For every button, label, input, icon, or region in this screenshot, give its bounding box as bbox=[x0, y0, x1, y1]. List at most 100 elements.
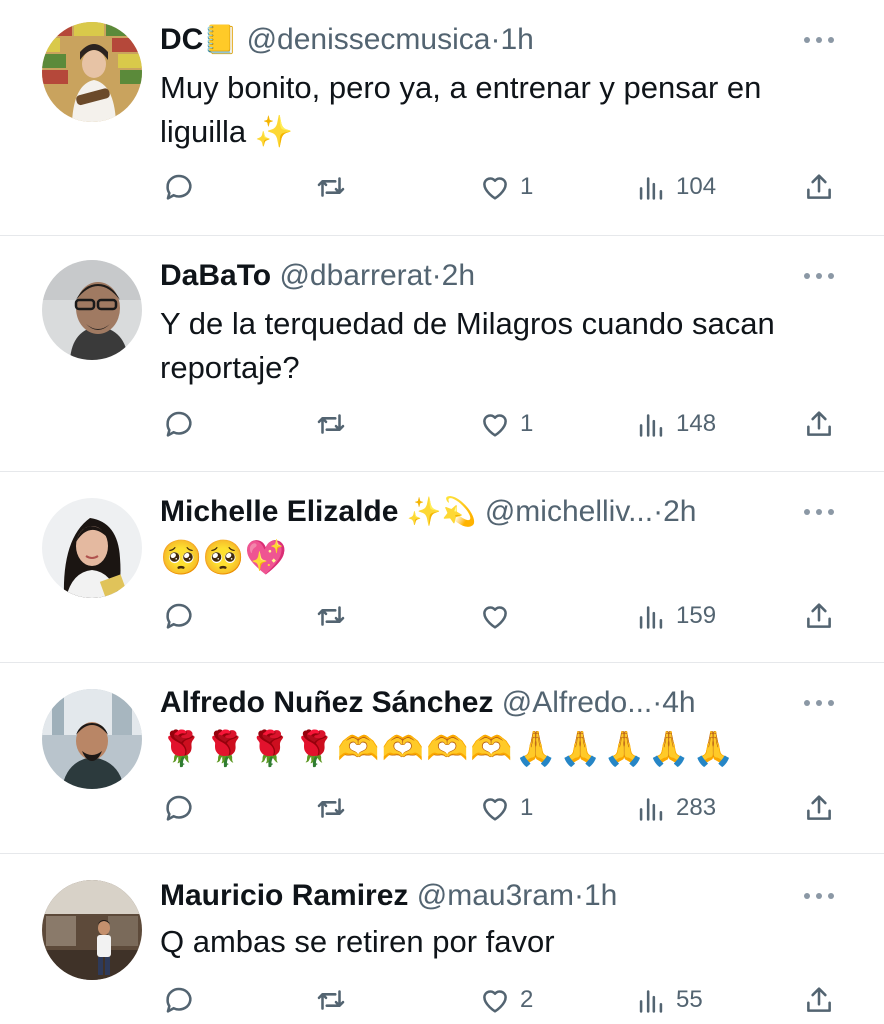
avatar[interactable] bbox=[42, 498, 142, 598]
heart-icon bbox=[483, 414, 507, 437]
share-icon bbox=[807, 174, 831, 199]
retweet-icon bbox=[317, 798, 345, 818]
author-handle[interactable]: @denissecmusica bbox=[247, 23, 491, 56]
more-options-icon[interactable] bbox=[804, 693, 834, 713]
author-handle[interactable]: @michelliv... bbox=[485, 495, 653, 528]
retweet-icon bbox=[317, 414, 345, 434]
more-options-icon[interactable] bbox=[804, 266, 834, 286]
heart-icon bbox=[483, 606, 507, 629]
share-icon bbox=[807, 795, 831, 820]
retweet-icon bbox=[317, 177, 345, 197]
view-count: 148 bbox=[676, 410, 717, 437]
more-options-icon[interactable] bbox=[804, 886, 834, 906]
share-button[interactable] bbox=[802, 980, 836, 1020]
tweet-text: 🥺🥺💖 bbox=[160, 538, 288, 578]
like-button[interactable]: 1 bbox=[478, 404, 533, 444]
tweet-text: Muy bonito, pero ya, a entrenar y pensar… bbox=[160, 70, 762, 149]
like-count: 1 bbox=[520, 173, 534, 200]
view-count: 159 bbox=[676, 602, 717, 629]
like-button[interactable]: 2 bbox=[478, 980, 533, 1020]
author-name[interactable]: DaBaTo bbox=[160, 259, 271, 292]
tweet-timestamp[interactable]: 4h bbox=[662, 686, 695, 719]
header-separator: · bbox=[653, 495, 664, 528]
tweet-actions: 1 104 bbox=[160, 167, 844, 207]
share-icon bbox=[807, 411, 831, 436]
tweet-timestamp[interactable]: 2h bbox=[442, 259, 475, 292]
author-name-emoji: 📒 bbox=[203, 23, 239, 56]
retweet-button[interactable] bbox=[314, 980, 348, 1020]
retweet-icon bbox=[317, 606, 345, 626]
author-name[interactable]: DC bbox=[160, 23, 203, 56]
views-button[interactable]: 159 bbox=[634, 596, 716, 636]
view-count: 104 bbox=[676, 173, 717, 200]
tweet-header: DaBaTo @dbarrerat·2h bbox=[160, 254, 814, 298]
like-count: 2 bbox=[520, 986, 534, 1013]
more-options-icon[interactable] bbox=[804, 502, 834, 522]
like-button[interactable]: 1 bbox=[478, 788, 533, 828]
tweet[interactable]: Michelle Elizalde ✨💫 @michelliv...·2h 🥺🥺… bbox=[0, 472, 884, 662]
avatar[interactable] bbox=[42, 260, 142, 360]
author-name[interactable]: Mauricio Ramirez bbox=[160, 879, 408, 912]
tweet-header: Mauricio Ramirez @mau3ram·1h bbox=[160, 874, 814, 918]
reply-icon bbox=[166, 987, 192, 1013]
header-separator: · bbox=[573, 879, 584, 912]
share-button[interactable] bbox=[802, 788, 836, 828]
views-button[interactable]: 104 bbox=[634, 167, 716, 207]
tweet-actions: 159 bbox=[160, 596, 844, 636]
author-handle[interactable]: @Alfredo... bbox=[502, 686, 653, 719]
heart-icon bbox=[483, 990, 507, 1013]
author-name[interactable]: Alfredo Nuñez Sánchez bbox=[160, 686, 493, 719]
tweet-timestamp[interactable]: 1h bbox=[584, 879, 617, 912]
tweet-text: Y de la terquedad de Milagros cuando sac… bbox=[160, 306, 775, 385]
tweet-timestamp[interactable]: 1h bbox=[500, 23, 533, 56]
heart-icon bbox=[483, 177, 507, 200]
retweet-button[interactable] bbox=[314, 788, 348, 828]
reply-button[interactable] bbox=[162, 167, 196, 207]
header-separator: · bbox=[490, 23, 501, 56]
like-button[interactable] bbox=[478, 596, 520, 636]
views-button[interactable]: 283 bbox=[634, 788, 716, 828]
header-separator: · bbox=[431, 259, 442, 292]
share-icon bbox=[807, 987, 831, 1012]
share-button[interactable] bbox=[802, 404, 836, 444]
views-chart-icon bbox=[639, 177, 663, 200]
author-handle[interactable]: @mau3ram bbox=[417, 879, 574, 912]
share-button[interactable] bbox=[802, 596, 836, 636]
views-button[interactable]: 148 bbox=[634, 404, 716, 444]
reply-button[interactable] bbox=[162, 788, 196, 828]
reply-button[interactable] bbox=[162, 596, 196, 636]
avatar[interactable] bbox=[42, 22, 142, 122]
tweet-header: Michelle Elizalde ✨💫 @michelliv...·2h bbox=[160, 490, 814, 534]
share-button[interactable] bbox=[802, 167, 836, 207]
tweet-header: DC📒 @denissecmusica·1h bbox=[160, 18, 814, 62]
avatar[interactable] bbox=[42, 689, 142, 789]
tweet-timestamp[interactable]: 2h bbox=[663, 495, 696, 528]
tweet[interactable]: DC📒 @denissecmusica·1h Muy bonito, pero … bbox=[0, 0, 884, 235]
author-name[interactable]: Michelle Elizalde bbox=[160, 495, 398, 528]
avatar-image bbox=[42, 689, 142, 789]
view-count: 283 bbox=[676, 794, 717, 821]
tweet[interactable]: Alfredo Nuñez Sánchez @Alfredo...·4h 🌹🌹🌹… bbox=[0, 663, 884, 853]
reply-button[interactable] bbox=[162, 980, 196, 1020]
avatar[interactable] bbox=[42, 880, 142, 980]
like-button[interactable]: 1 bbox=[478, 167, 533, 207]
tweet[interactable]: DaBaTo @dbarrerat·2h Y de la terquedad d… bbox=[0, 236, 884, 471]
retweet-button[interactable] bbox=[314, 596, 348, 636]
author-handle[interactable]: @dbarrerat bbox=[279, 259, 431, 292]
views-button[interactable]: 55 bbox=[634, 980, 703, 1020]
tweet[interactable]: Mauricio Ramirez @mau3ram·1h Q ambas se … bbox=[0, 854, 884, 1024]
view-count: 55 bbox=[676, 986, 703, 1013]
avatar-image bbox=[42, 22, 142, 122]
more-options-icon[interactable] bbox=[804, 30, 834, 50]
retweet-button[interactable] bbox=[314, 167, 348, 207]
tweet-text: 🌹🌹🌹🌹🫶🫶🫶🫶🙏🙏🙏🙏🙏 bbox=[160, 729, 737, 769]
avatar-image bbox=[42, 260, 142, 360]
reply-icon bbox=[166, 795, 192, 821]
tweet-text: Q ambas se retiren por favor bbox=[160, 924, 555, 959]
views-chart-icon bbox=[639, 798, 663, 821]
tweet-actions: 1 148 bbox=[160, 404, 844, 444]
avatar-image bbox=[42, 880, 142, 980]
retweet-button[interactable] bbox=[314, 404, 348, 444]
views-chart-icon bbox=[639, 606, 663, 629]
reply-button[interactable] bbox=[162, 404, 196, 444]
